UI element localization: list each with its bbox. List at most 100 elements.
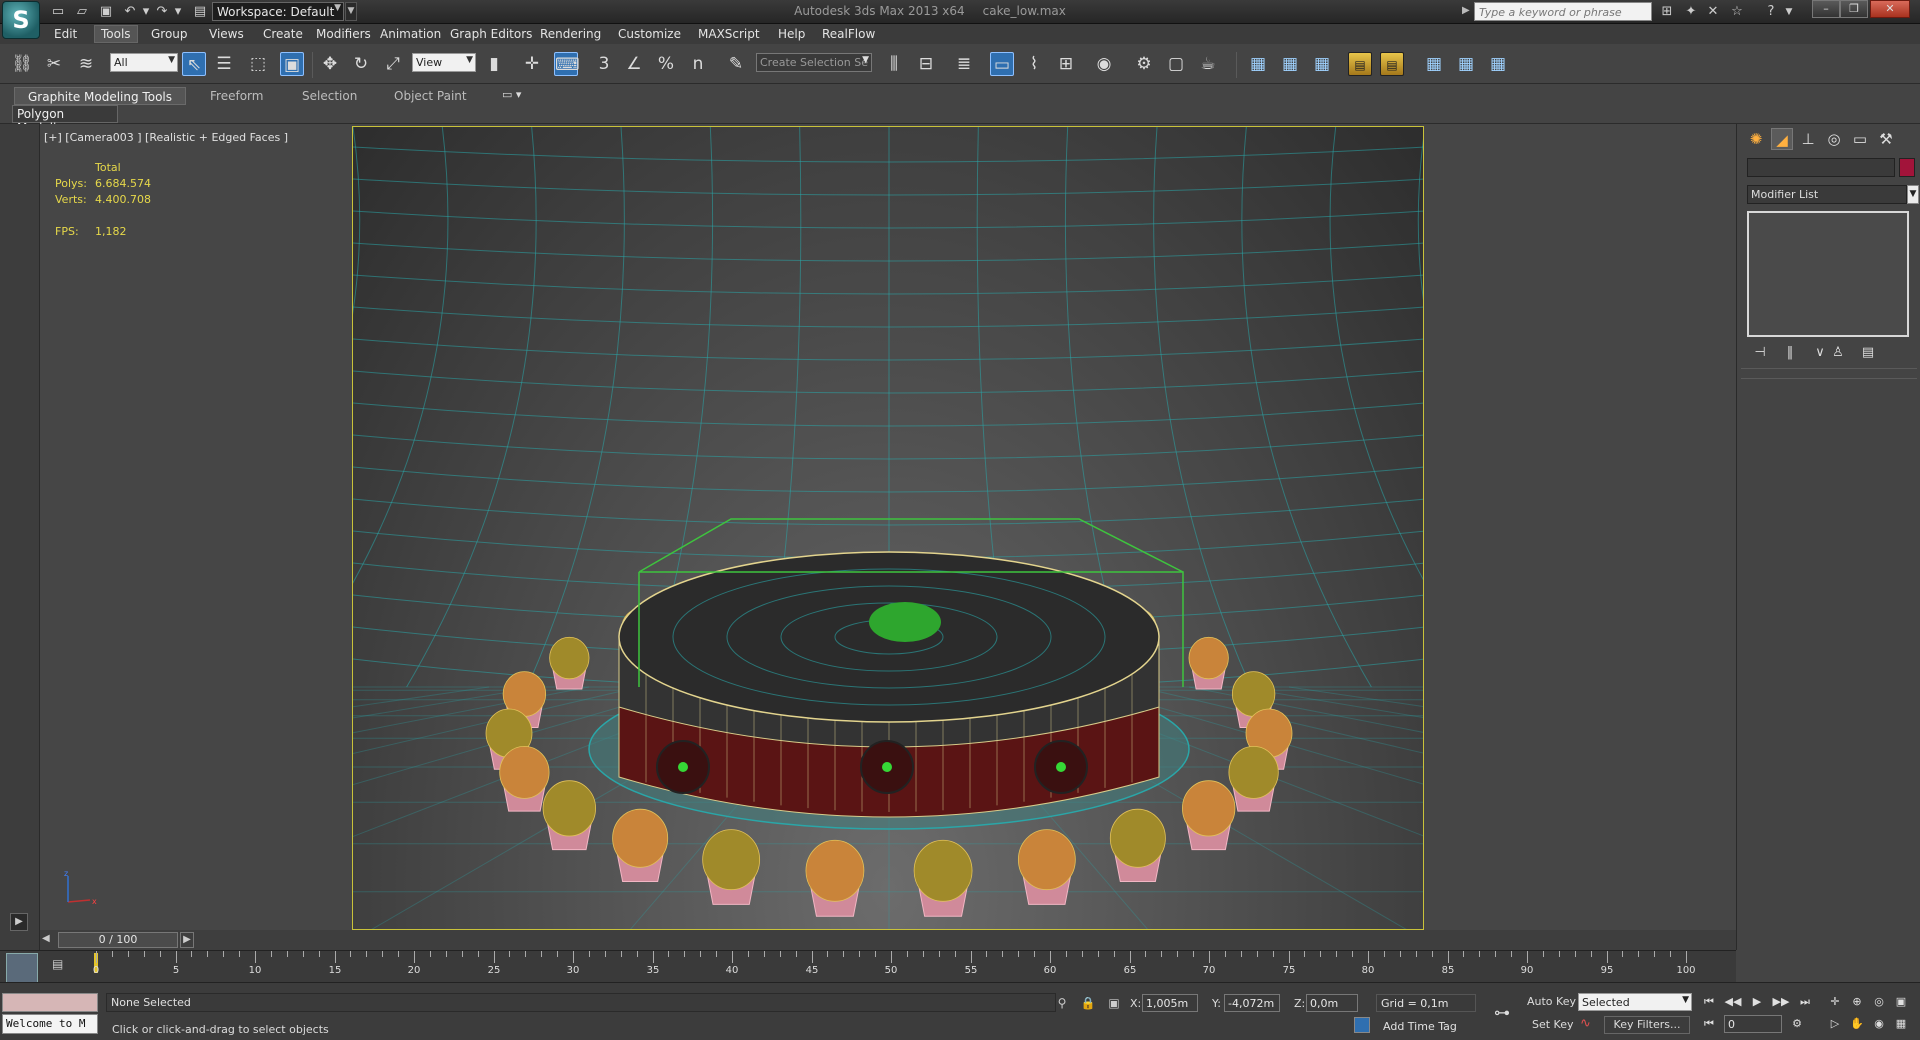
menu-modifiers[interactable]: Modifiers [316, 27, 371, 41]
previous-frame-icon[interactable]: ◀◀ [1724, 993, 1742, 1011]
link-icon[interactable]: ⛓ [10, 52, 34, 76]
chevron-down-icon[interactable]: ▼ [1907, 185, 1919, 204]
menu-animation[interactable]: Animation [380, 27, 441, 41]
realflow-icon-7[interactable]: ▦ [1454, 52, 1478, 76]
object-color-swatch[interactable] [1899, 158, 1915, 177]
make-unique-icon[interactable]: ∨ [1811, 344, 1829, 362]
lock-selection-icon[interactable]: 🔒 [1080, 995, 1096, 1011]
layer-manager-icon[interactable]: ≣ [952, 52, 976, 76]
auto-key-button[interactable]: Auto Key [1527, 995, 1576, 1008]
configure-modifier-sets-icon[interactable]: ▤ [1859, 344, 1877, 362]
track-bar-options-icon[interactable]: ▤ [52, 957, 68, 973]
field-of-view-icon[interactable]: ▷ [1826, 1015, 1844, 1033]
render-setup-icon[interactable]: ⚙ [1132, 52, 1156, 76]
select-and-rotate-icon[interactable]: ↻ [349, 52, 373, 76]
track-bar[interactable]: ▤ 0 5 10 15 20 25 30 35 40 45 50 55 60 65 70 75 80 85 90 95… [0, 950, 1736, 983]
maxscript-mini-listener-output[interactable] [2, 993, 98, 1012]
menu-maxscript[interactable]: MAXScript [698, 27, 760, 41]
motion-tab-icon[interactable]: ◎ [1823, 128, 1845, 150]
unlink-icon[interactable]: ✂ [42, 52, 66, 76]
current-frame-field[interactable]: 0 [1724, 1015, 1782, 1033]
maximize-viewport-icon[interactable]: ▣ [1892, 993, 1910, 1011]
graphite-toggle-icon[interactable]: ▭ [990, 52, 1014, 76]
mirror-icon[interactable]: ⫼ [882, 52, 906, 76]
z-coordinate-field[interactable]: 0,0m [1306, 994, 1358, 1012]
subscription-icon[interactable]: ✦ [1682, 3, 1700, 21]
realflow-icon-2[interactable]: ▦ [1278, 52, 1302, 76]
reference-coordinate-select[interactable]: View ▼ [412, 53, 476, 72]
pin-stack-icon[interactable]: ⊣ [1751, 344, 1769, 362]
frame-ruler[interactable]: 0 5 10 15 20 25 30 35 40 45 50 55 60 65 70 75 80 85 90 95 10… [93, 951, 1696, 983]
set-key-filter-icon[interactable]: ∿ [1580, 1016, 1598, 1034]
render-production-icon[interactable]: ☕ [1196, 52, 1220, 76]
time-slider-thumb[interactable]: 0 / 100 [58, 932, 178, 948]
menu-views[interactable]: Views [209, 27, 244, 41]
modifier-list-select[interactable]: Modifier List [1747, 185, 1907, 204]
project-folder-icon[interactable]: ▤ [192, 4, 208, 20]
x-coordinate-field[interactable]: 1,005m [1142, 994, 1198, 1012]
angle-snap-icon[interactable]: ∠ [622, 52, 646, 76]
search-input[interactable]: Type a keyword or phrase [1474, 2, 1652, 21]
undo-dropdown-icon[interactable]: ▾ [138, 4, 154, 20]
menu-rendering[interactable]: Rendering [540, 27, 601, 41]
go-to-start-icon[interactable]: ⏮ [1700, 993, 1718, 1011]
tab-freeform[interactable]: Freeform [210, 87, 263, 105]
menu-edit[interactable]: Edit [54, 27, 77, 41]
realflow-icon-5[interactable]: ▤ [1380, 52, 1404, 76]
help-dropdown-icon[interactable]: ▼ [1780, 3, 1798, 21]
go-to-end-icon[interactable]: ⏭ [1796, 993, 1814, 1011]
set-key-button[interactable]: Set Key [1532, 1018, 1574, 1031]
key-mode-toggle-icon[interactable]: ⏮ [1700, 1015, 1718, 1033]
utilities-tab-icon[interactable]: ⚒ [1875, 128, 1897, 150]
select-by-name-icon[interactable]: ☰ [212, 52, 236, 76]
menu-create[interactable]: Create [263, 27, 303, 41]
communication-icon[interactable]: ✕ [1704, 3, 1722, 21]
keyboard-shortcut-override-icon[interactable]: ⌨ [554, 52, 580, 76]
maxscript-mini-listener[interactable]: Welcome to M [2, 1014, 98, 1034]
restore-button[interactable]: ❐ [1840, 0, 1868, 18]
snaps-toggle-icon[interactable]: 3 [592, 52, 616, 76]
new-file-icon[interactable]: ▭ [50, 4, 66, 20]
realflow-icon-3[interactable]: ▦ [1310, 52, 1334, 76]
align-icon[interactable]: ⊟ [914, 52, 938, 76]
help-icon[interactable]: ? [1762, 3, 1780, 21]
curve-editor-icon[interactable]: ⌇ [1022, 52, 1046, 76]
modify-tab-icon[interactable]: ◢ [1771, 128, 1793, 150]
realflow-icon-8[interactable]: ▦ [1486, 52, 1510, 76]
edit-named-selection-icon[interactable]: ✎ [724, 52, 748, 76]
save-file-icon[interactable]: ▣ [98, 4, 114, 20]
quick-access-dropdown[interactable]: ▼ [345, 2, 357, 21]
app-logo-icon[interactable]: S [2, 1, 40, 39]
expand-arrow-icon[interactable]: ▶ [10, 913, 28, 931]
pivot-center-icon[interactable]: ▮ [482, 52, 506, 76]
material-editor-icon[interactable]: ◉ [1092, 52, 1116, 76]
show-end-result-icon[interactable]: ‖ [1781, 344, 1799, 362]
minimize-button[interactable]: – [1812, 0, 1840, 18]
close-button[interactable]: ✕ [1870, 0, 1910, 18]
zoom-extents-icon[interactable]: ✛ [1826, 993, 1844, 1011]
spinner-snap-icon[interactable]: n [686, 52, 710, 76]
key-filters-button[interactable]: Key Filters... [1604, 1016, 1690, 1034]
hierarchy-tab-icon[interactable]: ⊥ [1797, 128, 1819, 150]
menu-customize[interactable]: Customize [618, 27, 681, 41]
walk-through-icon[interactable]: ◉ [1870, 1015, 1888, 1033]
viewport-label[interactable]: [+] [Camera003 ] [Realistic + Edged Face… [44, 131, 288, 144]
next-frame-icon[interactable]: ▶▶ [1772, 993, 1790, 1011]
rectangular-selection-icon[interactable]: ⬚ [246, 52, 270, 76]
realflow-icon-6[interactable]: ▦ [1422, 52, 1446, 76]
zoom-all-icon[interactable]: ⊕ [1848, 993, 1866, 1011]
menu-help[interactable]: Help [778, 27, 805, 41]
tab-object-paint[interactable]: Object Paint [394, 87, 467, 105]
select-and-scale-icon[interactable]: ⤢ [381, 52, 405, 76]
menu-tools[interactable]: Tools [94, 25, 138, 43]
time-slider-next-icon[interactable]: ▶ [180, 932, 194, 948]
bind-space-warp-icon[interactable]: ≋ [74, 52, 98, 76]
search-expand-icon[interactable]: ▶ [1462, 5, 1470, 16]
tab-graphite-modeling-tools[interactable]: Graphite Modeling Tools [14, 87, 186, 105]
menu-group[interactable]: Group [151, 27, 188, 41]
selection-filter-select[interactable]: All ▼ [110, 53, 178, 72]
select-object-icon[interactable]: ⇖ [182, 52, 206, 76]
modifier-stack[interactable] [1747, 211, 1909, 337]
pan-view-icon[interactable]: ✋ [1848, 1015, 1866, 1033]
redo-dropdown-icon[interactable]: ▾ [170, 4, 186, 20]
